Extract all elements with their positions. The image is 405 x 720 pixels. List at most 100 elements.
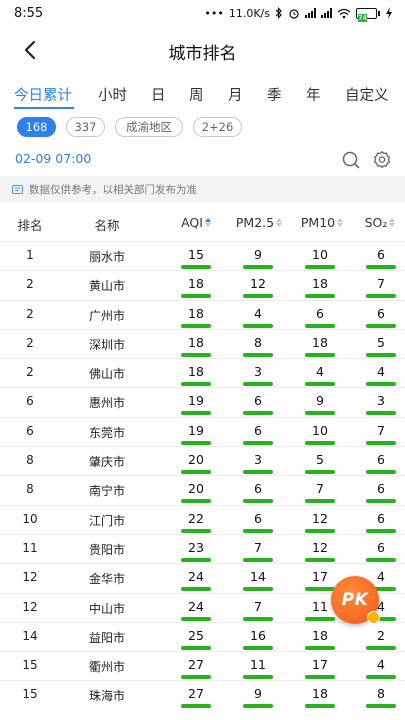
- pm10-value: 18: [312, 686, 328, 702]
- so2-value: 7: [377, 422, 385, 438]
- so2-value: 6: [377, 481, 385, 497]
- pm25-value: 6: [254, 393, 262, 409]
- table-row[interactable]: 10 江门市 22 6 12 6: [0, 504, 405, 534]
- pm25-level-bar: [243, 352, 273, 357]
- table-row[interactable]: 6 惠州市 19 6 9 3: [0, 387, 405, 416]
- pm10-level-bar: [305, 294, 335, 299]
- settings-gear-icon[interactable]: [372, 150, 392, 170]
- pm10-value: 10: [312, 247, 328, 262]
- tab-today-cumulative[interactable]: 今日累计: [14, 84, 72, 105]
- back-arrow-icon[interactable]: [18, 37, 44, 63]
- pm10-value: 7: [316, 481, 324, 497]
- col-aqi[interactable]: AQI: [167, 215, 225, 230]
- aqi-level-bar: [181, 645, 211, 650]
- pm10-level-bar: [305, 382, 335, 387]
- so2-value: 2: [377, 627, 385, 643]
- table-row[interactable]: 8 肇庆市 20 3 5 6: [0, 446, 405, 475]
- time-range-tabs: 今日累计 小时 日 周 月 季 年 自定义: [0, 80, 405, 110]
- chip-337[interactable]: 337: [66, 117, 105, 137]
- table-row[interactable]: 14 益阳市 25 16 18 2: [0, 621, 405, 651]
- pm10-value: 5: [316, 452, 324, 468]
- col-pm10[interactable]: PM10: [292, 215, 352, 230]
- col-pm25-label: PM2.5: [235, 215, 275, 230]
- so2-level-bar: [366, 645, 396, 650]
- aqi-level-bar: [181, 528, 211, 533]
- pm25-level-bar: [243, 411, 273, 416]
- rank-cell: 2: [26, 306, 34, 321]
- pm10-level-bar: [305, 352, 335, 357]
- aqi-level-bar: [181, 499, 211, 504]
- sort-arrows-icon: [276, 218, 283, 227]
- data-datetime[interactable]: 02-09 07:00: [15, 151, 91, 166]
- tab-month[interactable]: 月: [228, 84, 243, 105]
- pm10-value: 6: [316, 305, 324, 321]
- pm25-value: 11: [250, 657, 266, 673]
- aqi-value: 19: [188, 393, 204, 409]
- tab-custom[interactable]: 自定义: [345, 84, 389, 105]
- aqi-level-bar: [181, 411, 211, 416]
- so2-value: 6: [377, 539, 385, 555]
- pm10-level-bar: [305, 645, 335, 650]
- info-card-icon: [12, 184, 23, 194]
- pm25-value: 9: [254, 686, 262, 702]
- table-row[interactable]: 2 黄山市 18 12 18 7: [0, 270, 405, 299]
- col-pm25[interactable]: PM2.5: [227, 215, 291, 230]
- city-name-cell: 金华市: [88, 572, 125, 587]
- pm25-level-bar: [243, 557, 273, 562]
- aqi-value: 23: [188, 539, 204, 555]
- table-row[interactable]: 15 衢州市 27 11 17 4: [0, 651, 405, 680]
- tab-hour[interactable]: 小时: [98, 84, 127, 105]
- pm10-level-bar: [305, 499, 335, 504]
- table-row[interactable]: 6 东莞市 19 6 10 7: [0, 416, 405, 446]
- city-name-cell: 南宁市: [88, 484, 125, 499]
- rank-cell: 1: [26, 248, 34, 262]
- city-name-cell: 深圳市: [88, 337, 125, 352]
- rank-cell: 10: [22, 511, 38, 526]
- pm25-level-bar: [243, 440, 273, 445]
- table-row[interactable]: 2 深圳市 18 8 18 5: [0, 328, 405, 358]
- so2-level-bar: [366, 294, 396, 299]
- aqi-level-bar: [181, 616, 211, 621]
- so2-value: 7: [377, 276, 385, 292]
- chip-2-26[interactable]: 2+26: [193, 117, 242, 137]
- so2-value: 8: [377, 686, 385, 702]
- so2-level-bar: [366, 265, 396, 269]
- table-row[interactable]: 15 珠海市 27 9 18 8: [0, 680, 405, 709]
- pm25-value: 3: [254, 452, 262, 468]
- col-so2[interactable]: SO₂: [356, 215, 404, 230]
- chip-168[interactable]: 168: [17, 117, 56, 137]
- table-row[interactable]: 11 贵阳市 23 7 12 6: [0, 533, 405, 563]
- table-row[interactable]: 2 佛山市 18 3 4 4: [0, 358, 405, 387]
- rank-cell: 8: [26, 453, 34, 468]
- tab-quarter[interactable]: 季: [267, 84, 282, 105]
- city-name-cell: 贵阳市: [88, 542, 125, 557]
- pm25-level-bar: [243, 528, 273, 533]
- tab-week[interactable]: 周: [189, 84, 204, 105]
- table-row[interactable]: 8 南宁市 20 6 7 6: [0, 475, 405, 504]
- col-aqi-label: AQI: [181, 215, 203, 230]
- chip-chengyu[interactable]: 成渝地区: [115, 117, 183, 137]
- page-title: 城市排名: [168, 43, 237, 64]
- tab-year[interactable]: 年: [306, 84, 321, 105]
- pm25-level-bar: [243, 294, 273, 299]
- city-name-cell: 益阳市: [88, 630, 125, 645]
- wifi-icon: [337, 8, 351, 18]
- city-name-cell: 中山市: [88, 601, 125, 616]
- aqi-level-bar: [181, 675, 211, 680]
- pm25-level-bar: [243, 499, 273, 504]
- nav-bar: 城市排名: [0, 28, 405, 74]
- pm25-level-bar: [243, 323, 273, 328]
- col-rank: 排名: [17, 218, 43, 233]
- table-row[interactable]: 2 广州市 18 4 6 6: [0, 299, 405, 329]
- city-name-cell: 广州市: [88, 308, 125, 323]
- city-group-chips: 168 337 成渝地区 2+26: [0, 117, 405, 139]
- tab-day[interactable]: 日: [151, 84, 166, 105]
- sort-arrows-icon: [389, 218, 396, 227]
- search-icon[interactable]: [341, 150, 361, 170]
- so2-level-bar: [366, 382, 396, 387]
- city-name-cell: 惠州市: [88, 396, 125, 411]
- pm10-value: 10: [312, 422, 328, 438]
- pm25-level-bar: [243, 616, 273, 621]
- pm10-value: 18: [312, 627, 328, 643]
- table-row[interactable]: 1 丽水市 15 9 10 6: [0, 241, 405, 270]
